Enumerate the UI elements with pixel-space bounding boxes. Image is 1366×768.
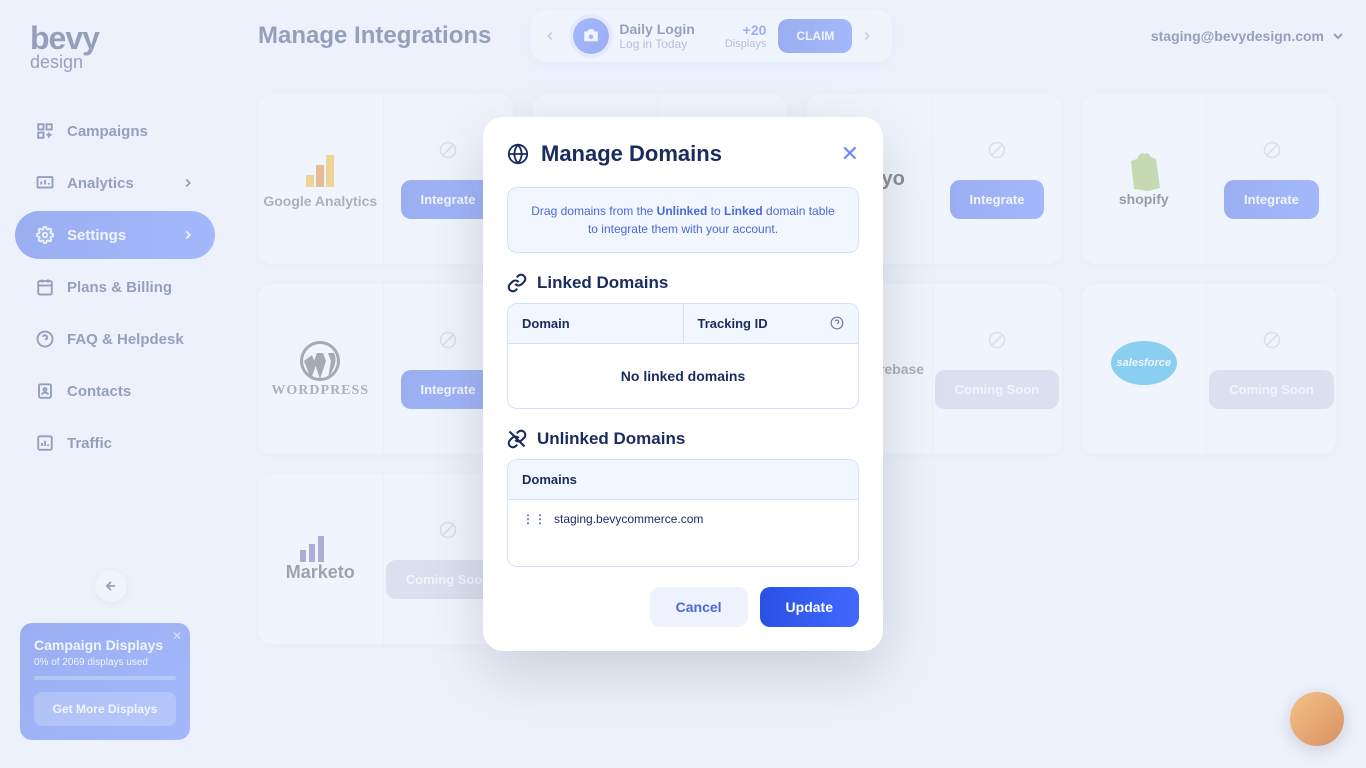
unlinked-domains-heading: Unlinked Domains [537,429,685,449]
globe-icon [507,143,529,165]
info-box: Drag domains from the Unlinked to Linked… [507,187,859,253]
linked-domains-heading: Linked Domains [537,273,668,293]
th-tracking-id: Tracking ID [684,304,859,343]
unlinked-domain-value: staging.bevycommerce.com [554,512,703,526]
close-icon[interactable]: ✕ [841,141,859,167]
unlinked-domain-row[interactable]: ⋮⋮ staging.bevycommerce.com [508,500,858,566]
drag-handle-icon[interactable]: ⋮⋮ [522,512,546,526]
update-button[interactable]: Update [760,587,859,627]
unlinked-domains-table: Domains ⋮⋮ staging.bevycommerce.com [507,459,859,567]
th-domain: Domain [508,304,684,343]
unlink-icon [507,429,527,449]
modal-title: Manage Domains [541,141,841,167]
link-icon [507,273,527,293]
modal-overlay[interactable]: Manage Domains ✕ Drag domains from the U… [0,0,1366,768]
cancel-button[interactable]: Cancel [650,587,748,627]
avatar[interactable] [1290,692,1344,746]
linked-domains-table: Domain Tracking ID No linked domains [507,303,859,409]
help-icon[interactable] [830,316,844,330]
th-domains: Domains [508,460,858,499]
manage-domains-modal: Manage Domains ✕ Drag domains from the U… [483,117,883,651]
no-linked-domains-text: No linked domains [508,344,858,408]
